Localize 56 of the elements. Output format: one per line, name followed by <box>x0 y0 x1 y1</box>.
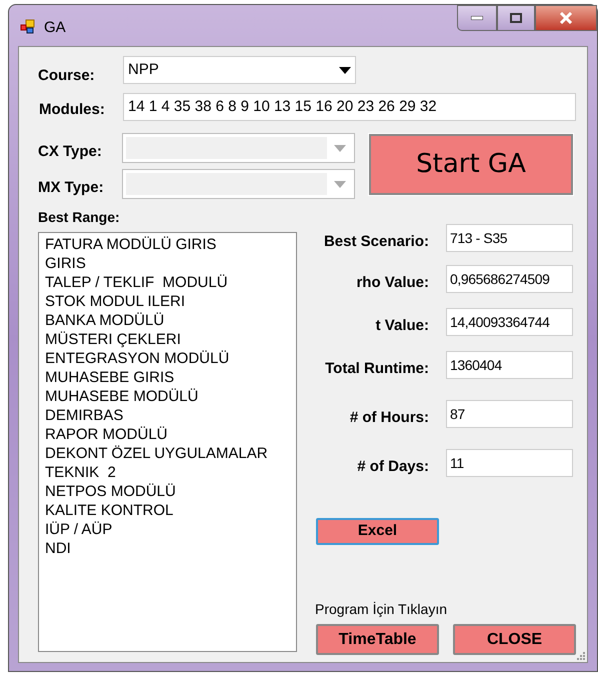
maximize-icon <box>510 13 522 23</box>
minimize-button[interactable] <box>457 5 497 31</box>
list-item[interactable]: NDI <box>45 539 296 558</box>
window-title: GA <box>44 18 66 38</box>
result-field[interactable]: 0,965686274509 <box>446 264 573 293</box>
result-label: t Value: <box>374 316 430 336</box>
result-field[interactable]: 713 - S35 <box>446 224 573 252</box>
result-field[interactable]: 87 <box>446 400 573 428</box>
list-item[interactable]: BANKA MODÜLÜ <box>45 311 296 330</box>
timetable-button[interactable]: TimeTable <box>316 624 439 655</box>
minimize-icon <box>471 16 483 20</box>
list-item[interactable]: STOK MODUL ILERI <box>45 292 296 311</box>
list-item[interactable]: RAPOR MODÜLÜ <box>45 425 296 444</box>
list-item[interactable]: DEMIRBAS <box>45 406 296 425</box>
modules-field[interactable]: 14 1 4 35 38 6 8 9 10 13 15 16 20 23 26 29 32 <box>123 92 576 121</box>
start-button[interactable]: Start GA <box>369 134 573 195</box>
result-field[interactable]: 1360404 <box>446 350 573 379</box>
field-label: MX Type: <box>38 178 105 198</box>
best-range-list[interactable] <box>38 232 297 652</box>
close-form-button[interactable]: CLOSE <box>453 624 576 655</box>
field-label: Best Range: <box>38 208 121 227</box>
result-field[interactable]: 14,40093364744 <box>446 308 573 336</box>
result-label: Total Runtime: <box>324 358 430 378</box>
field-value: 14 1 4 35 38 6 8 9 10 13 15 16 20 23 26 29 32 <box>128 96 437 116</box>
close-icon <box>559 12 573 24</box>
excel-button[interactable]: Excel <box>316 518 439 545</box>
list-item[interactable]: TALEP / TEKLIF MODULÜ <box>45 273 296 292</box>
field-label: CX Type: <box>38 142 103 162</box>
caret-icon <box>339 66 351 74</box>
list-item[interactable]: IÜP / AÜP <box>45 520 296 539</box>
list-item[interactable]: KALITE KONTROL <box>45 501 296 520</box>
result-label: rho Value: <box>355 272 430 292</box>
hint-text: Program İçin Tıklayın <box>315 600 448 619</box>
list-item[interactable]: MUHASEBE MODÜLÜ <box>45 387 296 406</box>
result-field[interactable]: 11 <box>446 448 573 477</box>
list-item[interactable]: GIRIS <box>45 254 296 273</box>
result-label: # of Days: <box>356 456 430 476</box>
list-item[interactable]: DEKONT ÖZEL UYGULAMALAR <box>45 444 296 463</box>
app-icon <box>20 19 36 34</box>
caret-icon <box>334 180 346 188</box>
result-label: Best Scenario: <box>322 232 430 252</box>
result-label: # of Hours: <box>348 408 430 428</box>
list-item[interactable]: FATURA MODÜLÜ GIRIS <box>45 235 296 254</box>
resize-grip-icon <box>575 650 585 660</box>
maximize-button[interactable] <box>497 5 535 31</box>
field-label: Modules: <box>39 100 106 120</box>
list-item[interactable]: MÜSTERI ÇEKLERI <box>45 330 296 349</box>
list-item[interactable]: TEKNIK 2 <box>45 463 296 482</box>
dropdown-value: NPP <box>128 60 159 80</box>
list-item[interactable]: NETPOS MODÜLÜ <box>45 482 296 501</box>
close-button[interactable] <box>535 5 597 31</box>
caret-icon <box>334 144 346 152</box>
list-item[interactable]: ENTEGRASYON MODÜLÜ <box>45 349 296 368</box>
field-label: Course: <box>38 66 96 86</box>
list-item[interactable]: MUHASEBE GIRIS <box>45 368 296 387</box>
course-dropdown[interactable]: NPP <box>123 56 356 84</box>
